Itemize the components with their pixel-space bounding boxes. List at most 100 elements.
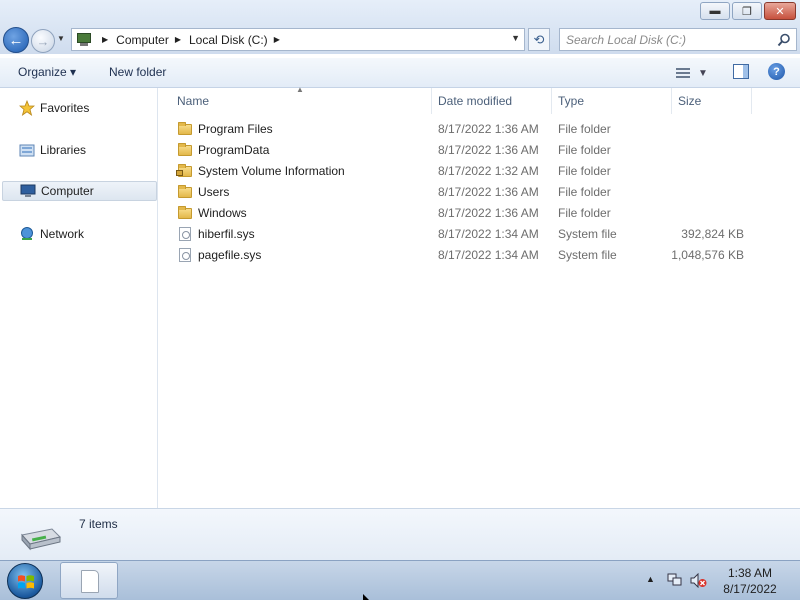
computer-icon bbox=[20, 184, 36, 197]
windows-logo-icon bbox=[18, 575, 34, 589]
caption-buttons: ▬ ❐ ✕ bbox=[700, 2, 796, 20]
file-list: ▲ Name Date modified Type Size Program F… bbox=[159, 85, 800, 508]
taskbar: ▲ 1:38 AM 8/17/2022 bbox=[0, 560, 800, 600]
breadcrumb-separator-icon[interactable]: ▶ bbox=[274, 35, 280, 44]
file-name: Program Files bbox=[198, 122, 273, 136]
locked-folder-icon bbox=[176, 164, 192, 178]
restore-icon: ❐ bbox=[742, 5, 752, 18]
forward-button[interactable]: → bbox=[31, 29, 55, 53]
item-count: 7 items bbox=[79, 517, 118, 531]
file-type: File folder bbox=[558, 122, 611, 136]
network-icon bbox=[21, 227, 33, 240]
table-row[interactable]: Users 8/17/2022 1:36 AM File folder bbox=[159, 182, 759, 203]
organize-button[interactable]: Organize ▾ bbox=[18, 65, 76, 79]
close-button[interactable]: ✕ bbox=[764, 2, 796, 20]
refresh-icon: ⟲ bbox=[533, 31, 545, 47]
network-tray-icon[interactable] bbox=[667, 573, 683, 588]
address-history-dropdown-icon[interactable]: ▼ bbox=[511, 33, 520, 43]
nav-item-computer[interactable]: Computer bbox=[2, 181, 157, 201]
file-size: 1,048,576 KB bbox=[671, 248, 744, 262]
table-row[interactable]: hiberfil.sys 8/17/2022 1:34 AM System fi… bbox=[159, 224, 759, 245]
drive-icon bbox=[21, 528, 61, 551]
minimize-icon: ▬ bbox=[709, 5, 721, 17]
file-type: System file bbox=[558, 248, 617, 262]
folder-icon bbox=[178, 143, 192, 157]
table-row[interactable]: pagefile.sys 8/17/2022 1:34 AM System fi… bbox=[159, 245, 759, 266]
file-date-modified: 8/17/2022 1:36 AM bbox=[438, 143, 539, 157]
file-name: ProgramData bbox=[198, 143, 270, 157]
file-date-modified: 8/17/2022 1:36 AM bbox=[438, 185, 539, 199]
volume-muted-icon[interactable] bbox=[690, 573, 707, 588]
help-button[interactable]: ? bbox=[768, 63, 785, 80]
column-header-type[interactable]: Type bbox=[551, 88, 671, 114]
details-pane: 7 items bbox=[0, 508, 800, 560]
table-row[interactable]: ProgramData 8/17/2022 1:36 AM File folde… bbox=[159, 140, 759, 161]
computer-location-icon bbox=[76, 32, 96, 48]
breadcrumb-separator-icon[interactable]: ▶ bbox=[102, 35, 108, 44]
chevron-down-icon[interactable]: ▼ bbox=[698, 68, 708, 79]
column-header-date-modified[interactable]: Date modified bbox=[431, 88, 551, 114]
nav-item-label: Network bbox=[40, 227, 85, 241]
command-bar: Organize ▾ New folder ▼ ? bbox=[0, 58, 800, 88]
breadcrumb-computer[interactable]: Computer bbox=[116, 33, 169, 47]
nav-item-label: Libraries bbox=[40, 143, 87, 157]
restore-button[interactable]: ❐ bbox=[732, 2, 762, 20]
file-type: File folder bbox=[558, 206, 611, 220]
document-icon bbox=[81, 570, 99, 593]
taskbar-explorer-button[interactable] bbox=[60, 562, 118, 599]
preview-pane-button[interactable] bbox=[733, 64, 749, 79]
refresh-button[interactable]: ⟲ bbox=[528, 28, 550, 51]
nav-item-libraries[interactable]: Libraries bbox=[2, 140, 157, 160]
table-row[interactable]: System Volume Information 8/17/2022 1:32… bbox=[159, 161, 759, 182]
back-arrow-icon: ← bbox=[8, 31, 24, 49]
clock-time: 1:38 AM bbox=[727, 566, 773, 580]
table-row[interactable]: Program Files 8/17/2022 1:36 AM File fol… bbox=[159, 119, 759, 140]
star-icon bbox=[19, 100, 35, 116]
nav-item-label: Computer bbox=[41, 184, 94, 198]
folder-icon bbox=[178, 206, 192, 220]
file-date-modified: 8/17/2022 1:34 AM bbox=[438, 227, 539, 241]
file-type: File folder bbox=[558, 185, 611, 199]
nav-item-network[interactable]: Network bbox=[2, 224, 157, 244]
mouse-cursor-icon bbox=[363, 594, 369, 600]
file-size: 392,824 KB bbox=[681, 227, 744, 241]
file-name: hiberfil.sys bbox=[198, 227, 255, 241]
system-file-icon bbox=[178, 248, 192, 262]
start-button[interactable] bbox=[7, 563, 43, 599]
address-bar[interactable]: ▶ Computer ▶ Local Disk (C:) ▶ ▼ bbox=[71, 28, 525, 51]
column-header-divider bbox=[751, 88, 753, 114]
system-file-icon bbox=[178, 227, 192, 241]
file-date-modified: 8/17/2022 1:36 AM bbox=[438, 206, 539, 220]
show-hidden-icons-button[interactable]: ▲ bbox=[646, 574, 655, 584]
taskbar-clock[interactable]: 1:38 AM 8/17/2022 bbox=[712, 565, 788, 597]
file-type: File folder bbox=[558, 143, 611, 157]
search-input[interactable] bbox=[566, 32, 776, 47]
file-name: Users bbox=[198, 185, 230, 199]
file-name: Windows bbox=[198, 206, 247, 220]
navigation-pane: Favorites Libraries Computer Network bbox=[0, 88, 158, 508]
file-type: File folder bbox=[558, 164, 611, 178]
search-box[interactable] bbox=[559, 28, 797, 51]
help-icon: ? bbox=[773, 65, 780, 78]
search-icon[interactable] bbox=[777, 33, 791, 47]
file-name: System Volume Information bbox=[198, 164, 345, 178]
file-name: pagefile.sys bbox=[198, 248, 262, 262]
breadcrumb-local-disk[interactable]: Local Disk (C:) bbox=[189, 33, 268, 47]
column-header-name[interactable]: Name bbox=[159, 88, 431, 114]
close-icon: ✕ bbox=[775, 5, 785, 18]
recent-pages-dropdown[interactable]: ▼ bbox=[57, 34, 65, 43]
column-header-size[interactable]: Size bbox=[671, 88, 751, 114]
library-icon bbox=[19, 144, 35, 157]
table-row[interactable]: Windows 8/17/2022 1:36 AM File folder bbox=[159, 203, 759, 224]
new-folder-button[interactable]: New folder bbox=[109, 65, 166, 79]
breadcrumb-separator-icon[interactable]: ▶ bbox=[175, 35, 181, 44]
window-titlebar: ▬ ❐ ✕ bbox=[0, 0, 800, 26]
file-date-modified: 8/17/2022 1:34 AM bbox=[438, 248, 539, 262]
nav-item-favorites[interactable]: Favorites bbox=[2, 98, 157, 118]
back-button[interactable]: ← bbox=[3, 27, 29, 53]
minimize-button[interactable]: ▬ bbox=[700, 2, 730, 20]
clock-date: 8/17/2022 bbox=[723, 582, 777, 596]
file-date-modified: 8/17/2022 1:36 AM bbox=[438, 122, 539, 136]
change-view-button[interactable]: ▼ bbox=[676, 65, 716, 81]
folder-icon bbox=[178, 122, 192, 136]
